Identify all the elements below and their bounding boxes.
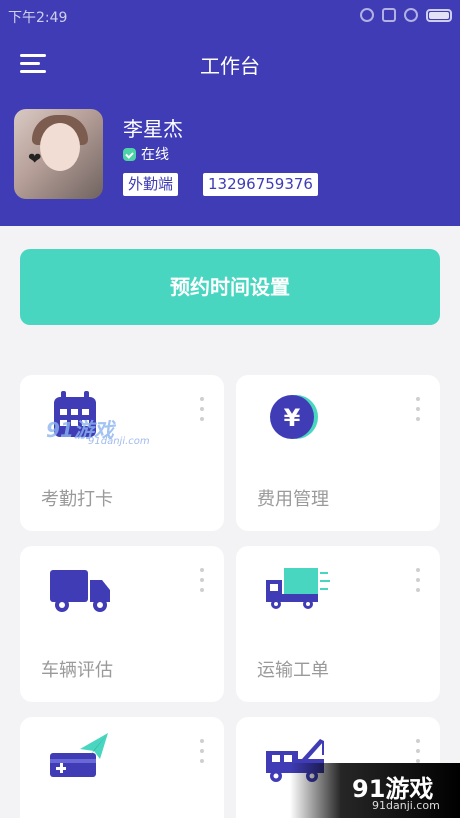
more-options-icon[interactable]: [200, 568, 204, 596]
watermark-corner-domain: 91danji.com: [372, 799, 440, 812]
card-label: 费用管理: [257, 489, 329, 510]
card-label: 运输工单: [257, 660, 329, 681]
watermark: 91游戏 91danji.com: [46, 414, 150, 447]
alarm-off-icon: [360, 8, 374, 22]
yen-coin-icon: ¥: [270, 395, 318, 439]
phone-tag: 13296759376: [203, 173, 318, 196]
truck-icon: [50, 570, 110, 612]
more-options-icon[interactable]: [200, 739, 204, 767]
online-status: 在线: [123, 144, 169, 164]
watermark-domain: 91danji.com: [88, 436, 150, 447]
more-options-icon[interactable]: [416, 397, 420, 425]
card-send-icon: [50, 733, 108, 777]
user-name: 李星杰: [123, 117, 183, 141]
battery-icon: [426, 8, 452, 22]
status-time: 下午2:49: [8, 10, 68, 26]
card-vehicle-assessment[interactable]: 车辆评估: [20, 546, 224, 702]
card-label: 车辆评估: [41, 660, 113, 681]
header-bar: 下午2:49 工作台 ❤ 李星杰 在线 外勤端 13296759376: [0, 0, 460, 226]
avatar[interactable]: ❤: [14, 109, 103, 199]
fast-delivery-truck-icon: [266, 568, 330, 609]
watermark-corner: 91游戏 91danji.com: [290, 763, 460, 818]
svg-text:¥: ¥: [284, 404, 301, 432]
sim-off-icon: [382, 8, 396, 22]
page-title: 工作台: [200, 54, 260, 78]
reserve-time-settings-button[interactable]: 预约时间设置: [20, 249, 440, 325]
card-item-5[interactable]: [20, 717, 224, 818]
more-options-icon[interactable]: [200, 397, 204, 425]
wifi-icon: [404, 8, 418, 22]
card-attendance[interactable]: 考勤打卡: [20, 375, 224, 531]
heart-icon: ❤: [28, 149, 42, 168]
online-check-icon: [123, 147, 136, 161]
online-status-label: 在线: [141, 147, 169, 163]
card-transport-order[interactable]: 运输工单: [236, 546, 440, 702]
role-tag: 外勤端: [123, 173, 179, 196]
more-options-icon[interactable]: [416, 568, 420, 596]
card-label: 考勤打卡: [41, 489, 113, 510]
status-bar: 下午2:49: [0, 0, 460, 32]
card-expense[interactable]: ¥ 费用管理: [236, 375, 440, 531]
